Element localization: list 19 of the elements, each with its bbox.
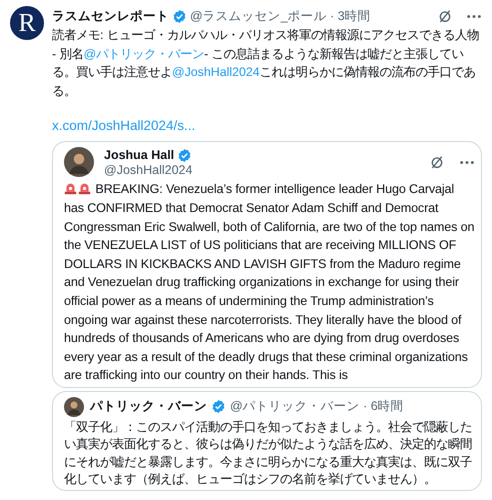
author-name[interactable]: Joshua Hall [104,148,174,162]
quoted-post-card[interactable] [52,141,482,388]
author-handle[interactable]: @JoshHall2024 [104,162,192,177]
author-name[interactable]: パトリック・バーン [90,398,207,416]
author-handle-time[interactable]: @パトリック・バーン · 6時間 [230,398,404,416]
logo-letter: R [18,10,36,36]
logo-avatar[interactable]: R [10,6,44,40]
avatar[interactable] [64,396,84,417]
quoted-post-card[interactable]: パトリック・バーン @パトリック・バーン · 6時間 「双子化」：このスパイ活動の手口を知っておきましょう。社会で隠蔽したい真実が表面化すると、彼らは偽りだが似たような話を広め、決定的な瞬間にそれが嘘だと暴露します。今まさに明らかになる重大な真実は、既に双子化しています（例えば、ヒューゴはシフの名前を挙げていません）。 [52,390,482,492]
author-name[interactable]: ラスムセンレポート [52,8,169,24]
siren-icon [78,182,91,196]
siren-icon [64,182,77,196]
slashed-circle-icon[interactable] [429,154,445,170]
author-handle-time[interactable]: @ラスムッセン_ポール · 3時間 [190,8,371,24]
slashed-circle-icon[interactable] [437,8,453,24]
avatar[interactable] [64,147,94,178]
post-text: 読者メモ: ヒューゴ・カルバハル・バリオス将軍の情報源にアクセスできる人物 - 別名@パトリック・バーン- この息詰まるような新報告は嘘だと主張している。買い手は注意せよ@JoshHall2024これは明らかに偽情報の流布の手口である。 [52,27,480,100]
quoted-post-text: BREAKING: Venezuela’s former intelligence leader Hugo Carvajal has CONFIRMED that Democrat Senator Adam Schiff and Democrat Congressman Eric Swalwell, both of California, are two of the top names on the VENEZUELA LIST of US politicians that are receiving MILLIONS OF DOLLARS IN KICKBACKS AND LAVISH GIFTS from the Maduro regime and Venezuelan drug trafficking organizations in exchange for using their official power as a means of undermining the Trump administration’s ongoing war against these narcoterrorists. They literally have the blood of hundreds of thousands of Americans who are dying from drug overdoses every year as a result of the deadly drugs that these criminal organizations are trafficking into our country on their hands. This is [64,181,475,384]
quoted-post-text: 「双子化」：このスパイ活動の手口を知っておきましょう。社会で隠蔽したい真実が表面化すると、彼らは偽りだが似たような話を広め、決定的な瞬間にそれが嘘だと暴露します。今まさに明らかになる重大な真実は、既に双子化しています（例えば、ヒューゴはシフの名前を挙げていません）。 [64,418,473,488]
